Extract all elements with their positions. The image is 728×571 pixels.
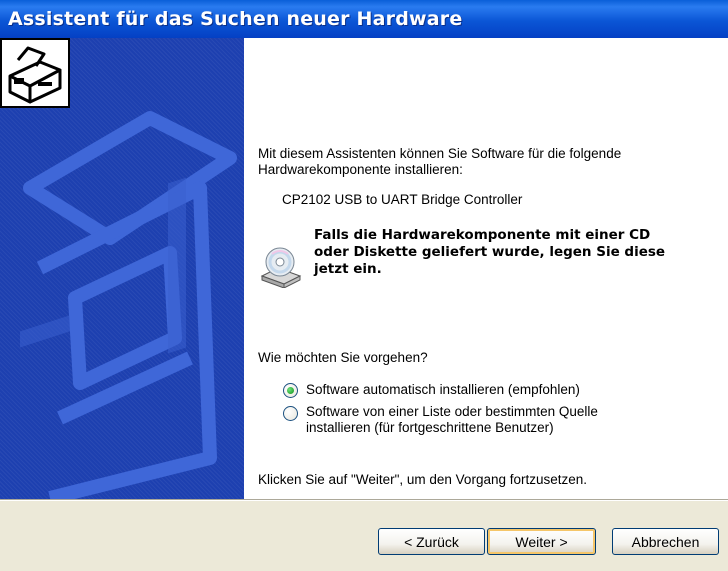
device-name: CP2102 USB to UART Bridge Controller — [282, 192, 523, 207]
cd-notice-line-1: Falls die Hardwarekomponente mit einer C… — [314, 227, 651, 243]
cd-notice-line-2: oder Diskette geliefert wurde, legen Sie… — [314, 244, 666, 260]
radio-manual-install[interactable] — [283, 406, 298, 421]
option-auto-install-label[interactable]: Software automatisch installieren (empfo… — [306, 382, 580, 398]
button-bar: < Zurück Weiter > Abbrechen — [0, 499, 728, 571]
intro-line-2: Hardwarekomponente installieren: — [258, 162, 463, 177]
wizard-window: Assistent für das Suchen neuer Hardware — [0, 0, 728, 571]
cd-drive-icon — [260, 247, 302, 288]
radio-selected-dot — [287, 387, 294, 394]
cancel-button[interactable]: Abbrechen — [612, 528, 719, 555]
hardware-box-icon — [0, 38, 70, 108]
cd-notice-line-3: jetzt ein. — [314, 261, 382, 277]
intro-line-1: Mit diesem Assistenten können Sie Softwa… — [258, 146, 622, 161]
question-text: Wie möchten Sie vorgehen? — [258, 350, 428, 365]
back-button[interactable]: < Zurück — [378, 528, 485, 555]
footer-separator-highlight — [0, 500, 728, 501]
option-manual-install-label-1[interactable]: Software von einer Liste oder bestimmten… — [306, 404, 598, 420]
continue-hint: Klicken Sie auf "Weiter", um den Vorgang… — [258, 472, 588, 487]
window-title: Assistent für das Suchen neuer Hardware — [8, 8, 463, 30]
title-bar[interactable]: Assistent für das Suchen neuer Hardware — [0, 0, 728, 38]
option-manual-install-label-2[interactable]: installieren (für fortgeschrittene Benut… — [306, 420, 554, 436]
next-button[interactable]: Weiter > — [487, 528, 596, 555]
radio-auto-install[interactable] — [283, 383, 298, 398]
wizard-content: Mit diesem Assistenten können Sie Softwa… — [244, 38, 728, 499]
wizard-side-panel — [0, 38, 244, 499]
